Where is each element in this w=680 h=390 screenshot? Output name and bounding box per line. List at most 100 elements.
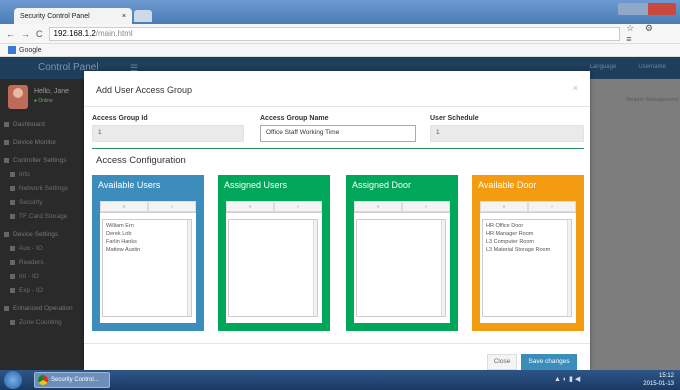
remove-all-button[interactable]: « [226, 201, 274, 212]
avatar [8, 85, 28, 109]
taskbar-chrome-item[interactable]: Security Control... [34, 372, 110, 388]
save-changes-button[interactable]: Save changes [521, 354, 577, 370]
move-all-button[interactable]: » [480, 201, 528, 212]
sidebar-item-label: Zone Counting [19, 318, 62, 326]
sidebar-item-label: Enhanced Operation [13, 304, 73, 312]
back-icon[interactable]: ← [6, 29, 15, 39]
reload-icon[interactable]: C [36, 29, 43, 39]
sidebar-item[interactable]: Dashboard [0, 117, 90, 131]
available-users-box: Available Users » › William Ern Derek Lo… [92, 175, 204, 331]
task-label: Security Control... [51, 377, 99, 383]
schedule-label: User Schedule [430, 115, 479, 122]
sidebar-item[interactable]: Readers [0, 255, 90, 269]
minimize-button[interactable] [618, 3, 648, 15]
sidebar-item[interactable]: Device Settings [0, 227, 90, 241]
url-host: 192.168.1.2 [53, 29, 96, 38]
sidebar-item[interactable]: Int - IO [0, 269, 90, 283]
list-item[interactable]: William Ern [106, 222, 188, 230]
sidebar-item[interactable]: TF Card Storage [0, 209, 90, 223]
system-tray[interactable]: ▲ ◐ ▮ ◀ [554, 375, 580, 383]
group-id-field: 1 [92, 125, 244, 142]
menu-icon [4, 139, 9, 145]
sidebar-item-label: Readers [19, 258, 44, 266]
sidebar-item-label: Exp - IO [19, 286, 43, 294]
chevron-right-icon [10, 213, 15, 219]
sidebar-item-label: Network Settings [19, 184, 69, 192]
sidebar-item[interactable]: Controller Settings [0, 153, 90, 167]
breadcrumb[interactable]: Reader Management [626, 97, 678, 103]
group-name-field[interactable]: Office Staff Working Time [260, 125, 416, 142]
box-title: Available Users [98, 180, 161, 190]
move-all-button[interactable]: » [100, 201, 148, 212]
list-item[interactable]: HR Manager Room [486, 230, 568, 238]
group-name-label: Access Group Name [260, 115, 329, 122]
user-panel: Hello, Jane ● Online [0, 79, 90, 115]
sidebar-item[interactable]: Device Monitor [0, 135, 90, 149]
divider [84, 106, 590, 107]
group-id-label: Access Group Id [92, 115, 148, 122]
available-door-box: Available Door » › HR Office Door HR Man… [472, 175, 584, 331]
move-selected-button[interactable]: › [528, 201, 576, 212]
bookmark-google[interactable]: Google [19, 47, 42, 54]
sidebar-menu: Dashboard Device Monitor Controller Settin… [0, 117, 90, 329]
user-name: Hello, Jane [34, 88, 70, 95]
schedule-field[interactable]: 1 [430, 125, 584, 142]
chevron-right-icon [10, 319, 15, 325]
remove-selected-button[interactable]: ‹ [402, 201, 450, 212]
browser-titlebar: Security Control Panel × [0, 0, 680, 24]
close-button[interactable]: Close [487, 354, 517, 370]
remove-all-button[interactable]: « [354, 201, 402, 212]
scrollbar[interactable] [313, 220, 317, 316]
list-item[interactable]: Mattew Austin [106, 246, 188, 254]
menu-icon [4, 305, 9, 311]
tab-close-icon[interactable]: × [122, 13, 126, 20]
sidebar-item[interactable]: Aux - IO [0, 241, 90, 255]
assigned-door-list[interactable] [356, 219, 446, 317]
sidebar-item[interactable]: Network Settings [0, 181, 90, 195]
clock-date: 2015-01-13 [643, 381, 674, 387]
sidebar-item-label: Dashboard [13, 120, 45, 128]
sidebar-item[interactable]: Exp - IO [0, 283, 90, 297]
sidebar-item-label: Int - IO [19, 272, 39, 280]
scrollbar[interactable] [441, 220, 445, 316]
divider [92, 148, 584, 149]
list-item[interactable]: Derek Lob [106, 230, 188, 238]
clock[interactable]: 15:12 2015-01-13 [643, 372, 674, 388]
address-bar[interactable]: 192.168.1.2/main.html [48, 26, 621, 41]
scrollbar[interactable] [567, 220, 571, 316]
browser-tab[interactable]: Security Control Panel × [14, 8, 132, 24]
language-menu[interactable]: Language [590, 64, 617, 70]
list-item[interactable]: L3 Computer Room [486, 238, 568, 246]
forward-icon[interactable]: → [21, 29, 30, 39]
chevron-right-icon [10, 199, 15, 205]
list-item[interactable]: Farlin Hanks [106, 238, 188, 246]
sidebar-item[interactable]: Zone Counting [0, 315, 90, 329]
modal-close-icon[interactable]: × [573, 83, 578, 93]
remove-selected-button[interactable]: ‹ [274, 201, 322, 212]
start-button[interactable] [4, 371, 22, 389]
sidebar-item[interactable]: Enhanced Operation [0, 301, 90, 315]
taskbar: Security Control... ▲ ◐ ▮ ◀ 15:12 2015-0… [0, 370, 680, 390]
available-door-list[interactable]: HR Office Door HR Manager Room L3 Comput… [482, 219, 572, 317]
username-menu[interactable]: Username [638, 64, 666, 70]
list-item[interactable]: HR Office Door [486, 222, 568, 230]
browser-menu-icons[interactable]: ☆ ⚙ ≡ [626, 23, 680, 44]
modal-title: Add User Access Group [96, 85, 193, 95]
sidebar-item[interactable]: Info [0, 167, 90, 181]
box-title: Available Door [478, 180, 537, 190]
chevron-right-icon [10, 171, 15, 177]
app-window: Control Panel ☰ Language Username Hello,… [0, 57, 680, 370]
move-selected-button[interactable]: › [148, 201, 196, 212]
sidebar: Hello, Jane ● Online Dashboard Device Mon… [0, 79, 90, 370]
sidebar-item[interactable]: Security [0, 195, 90, 209]
chevron-right-icon [10, 245, 15, 251]
window-controls[interactable] [618, 3, 676, 15]
add-access-group-modal: Add User Access Group × Access Group Id … [84, 71, 590, 370]
available-users-list[interactable]: William Ern Derek Lob Farlin Hanks Matte… [102, 219, 192, 317]
list-item[interactable]: L3 Material Storage Room [486, 246, 568, 254]
scrollbar[interactable] [187, 220, 191, 316]
assigned-users-box: Assigned Users « ‹ [218, 175, 330, 331]
new-tab-button[interactable] [134, 10, 152, 22]
assigned-users-list[interactable] [228, 219, 318, 317]
sidebar-item-label: TF Card Storage [19, 212, 68, 220]
